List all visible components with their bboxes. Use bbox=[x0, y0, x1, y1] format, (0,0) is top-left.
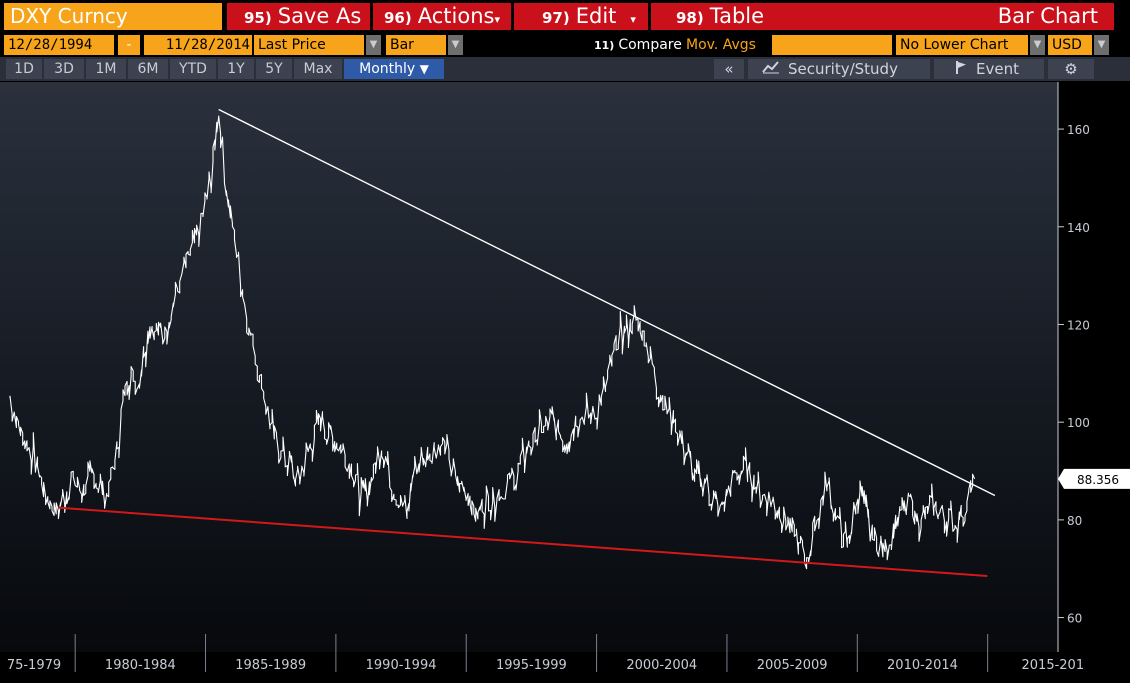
price-chart[interactable]: 60 80 100 120 140 160 75-1979 1980-1984 1985-19… bbox=[0, 82, 1130, 683]
save-as-label: Save As bbox=[277, 4, 362, 28]
caret-down-icon: ▾ bbox=[630, 13, 636, 26]
actions-number: 96) bbox=[384, 9, 412, 27]
x-tick-label: 1980-1984 bbox=[105, 658, 176, 673]
chevron-down-icon[interactable]: ▼ bbox=[366, 35, 381, 55]
y-tick-label: 100 bbox=[1067, 416, 1090, 430]
period-button-5y[interactable]: 5Y bbox=[256, 59, 292, 79]
save-as-button[interactable]: 95) Save As bbox=[244, 3, 361, 30]
period-button-3d[interactable]: 3D bbox=[44, 59, 84, 79]
table-number: 98) bbox=[676, 9, 704, 27]
x-tick-label: 1995-1999 bbox=[496, 658, 567, 673]
period-button-1y[interactable]: 1Y bbox=[218, 59, 254, 79]
period-button-max[interactable]: Max bbox=[294, 59, 342, 79]
edit-number: 97) bbox=[542, 9, 570, 27]
event-button[interactable]: Event bbox=[934, 59, 1044, 79]
y-tick-label: 80 bbox=[1067, 514, 1082, 528]
security-study-label: Security/Study bbox=[788, 60, 898, 78]
y-tick-label: 60 bbox=[1067, 612, 1082, 626]
chevron-down-icon[interactable]: ▼ bbox=[1030, 35, 1045, 55]
chevron-down-icon[interactable]: ▼ bbox=[448, 35, 463, 55]
parameter-bar: 12/28/1994 - 11/28/2014 Last Price ▼ Bar… bbox=[0, 33, 1130, 57]
table-label: Table bbox=[709, 4, 765, 28]
chart-style-select[interactable]: Bar bbox=[386, 35, 446, 55]
y-tick-label: 140 bbox=[1067, 221, 1090, 235]
menu-divider bbox=[648, 3, 651, 30]
plot-background bbox=[0, 82, 1058, 652]
actions-label: Actions bbox=[417, 4, 495, 28]
end-date-field[interactable]: 11/28/2014 bbox=[144, 35, 252, 55]
security-ticker-field[interactable]: DXY Curncy bbox=[4, 3, 222, 30]
last-price-label: 88.356 bbox=[1077, 473, 1119, 487]
event-label: Event bbox=[976, 60, 1019, 78]
last-price-marker: 88.356 bbox=[1058, 468, 1130, 489]
y-tick-label: 120 bbox=[1067, 318, 1090, 332]
x-tick-label: 2000-2004 bbox=[626, 658, 697, 673]
period-button-ytd[interactable]: YTD bbox=[170, 59, 216, 79]
save-as-number: 95) bbox=[244, 9, 272, 27]
caret-down-icon: ▼ bbox=[419, 62, 429, 76]
y-axis: 60 80 100 120 140 160 bbox=[1057, 82, 1090, 652]
trend-chart-icon bbox=[762, 59, 780, 79]
frequency-select[interactable]: Monthly ▼ bbox=[344, 59, 444, 79]
x-tick-label: 1985-1989 bbox=[235, 658, 306, 673]
lower-chart-select[interactable]: No Lower Chart bbox=[896, 35, 1028, 55]
flag-icon bbox=[956, 59, 966, 79]
chevron-down-icon[interactable]: ▼ bbox=[1094, 35, 1109, 55]
collapse-button[interactable]: « bbox=[714, 59, 744, 79]
x-tick-label: 2010-2014 bbox=[887, 658, 958, 673]
x-tick-label: 2005-2009 bbox=[757, 658, 828, 673]
period-button-1m[interactable]: 1M bbox=[86, 59, 126, 79]
x-tick-label: 75-1979 bbox=[7, 658, 61, 673]
compare-number: 11) bbox=[594, 39, 615, 52]
period-button-1d[interactable]: 1D bbox=[6, 59, 42, 79]
table-button[interactable]: 98) Table bbox=[676, 3, 764, 30]
compare-button[interactable]: 11) Compare bbox=[594, 35, 682, 55]
top-toolbar: DXY Curncy 95) Save As 96) Actions▾ 97) Edi… bbox=[0, 0, 1130, 33]
menu-divider bbox=[370, 3, 373, 30]
x-tick-label: 1990-1994 bbox=[366, 658, 437, 673]
period-button-6m[interactable]: 6M bbox=[128, 59, 168, 79]
edit-button[interactable]: 97) Edit ▾ bbox=[542, 3, 636, 30]
currency-select[interactable]: USD bbox=[1048, 35, 1092, 55]
edit-label: Edit bbox=[575, 4, 617, 28]
frequency-label: Monthly bbox=[359, 61, 416, 77]
security-study-button[interactable]: Security/Study bbox=[748, 59, 930, 79]
x-tick-label: 2015-201 bbox=[1022, 658, 1085, 673]
y-tick-label: 160 bbox=[1067, 123, 1090, 137]
menu-divider bbox=[511, 3, 514, 30]
price-field-select[interactable]: Last Price bbox=[254, 35, 364, 55]
mov-avgs-button[interactable]: Mov. Avgs bbox=[686, 35, 756, 55]
caret-down-icon: ▾ bbox=[494, 13, 500, 26]
date-range-dash: - bbox=[118, 35, 140, 55]
chart-type-label: Bar Chart bbox=[997, 4, 1098, 28]
start-date-field[interactable]: 12/28/1994 bbox=[4, 35, 114, 55]
compare-label: Compare bbox=[618, 37, 682, 53]
gear-icon: ⚙ bbox=[1064, 60, 1078, 78]
empty-orange-field bbox=[772, 35, 892, 55]
actions-button[interactable]: 96) Actions▾ bbox=[384, 3, 500, 30]
settings-button[interactable]: ⚙ bbox=[1048, 59, 1094, 79]
period-bar: 1D 3D 1M 6M YTD 1Y 5Y Max Monthly ▼ « Se… bbox=[0, 57, 1130, 81]
